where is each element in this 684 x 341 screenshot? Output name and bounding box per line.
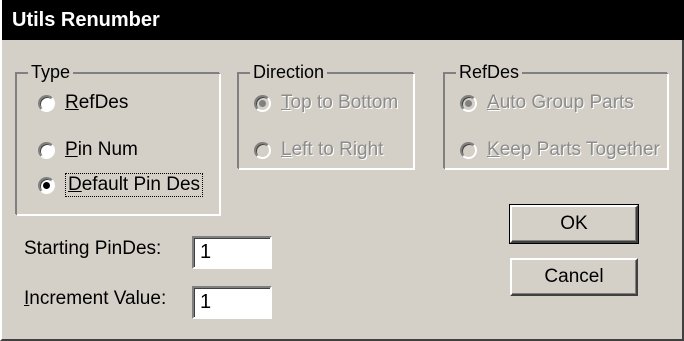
radio-keep-parts-together[interactable]: Keep Parts Together [460, 137, 660, 163]
starting-pindes-label: Starting PinDes: [24, 238, 162, 259]
radio-button[interactable] [460, 94, 477, 112]
increment-value-label: Increment Value: [24, 288, 167, 309]
radio-left-to-right[interactable]: Left to Right [254, 137, 383, 163]
radio-refdes[interactable]: RefDes [38, 90, 128, 116]
radio-button[interactable] [460, 141, 477, 159]
radio-button[interactable] [254, 94, 271, 112]
utils-renumber-dialog: Utils Renumber Type RefDes Pin Num Defau… [0, 0, 684, 341]
radio-default-pin-des-label: Default Pin Des [65, 173, 204, 197]
ok-button[interactable]: OK [509, 204, 639, 244]
radio-button[interactable] [38, 141, 55, 159]
direction-group-legend: Direction [250, 61, 328, 83]
radio-pin-num[interactable]: Pin Num [38, 137, 138, 163]
radio-default-pin-des[interactable]: Default Pin Des [38, 172, 204, 198]
cancel-button[interactable]: Cancel [510, 258, 638, 296]
window-title: Utils Renumber [2, 0, 684, 40]
radio-pin-num-label: Pin Num [65, 139, 138, 160]
starting-pindes-input[interactable]: 1 [192, 236, 272, 269]
radio-top-to-bottom-label: Top to Bottom [281, 92, 399, 113]
increment-value-input[interactable]: 1 [192, 286, 272, 319]
radio-button[interactable] [254, 141, 271, 159]
type-group-legend: Type [28, 61, 74, 83]
radio-auto-group-parts-label: Auto Group Parts [487, 92, 634, 113]
radio-auto-group-parts[interactable]: Auto Group Parts [460, 90, 634, 116]
radio-button[interactable] [38, 176, 55, 194]
radio-top-to-bottom[interactable]: Top to Bottom [254, 90, 398, 116]
radio-keep-parts-together-label: Keep Parts Together [487, 139, 660, 160]
radio-left-to-right-label: Left to Right [281, 139, 384, 160]
radio-refdes-label: RefDes [65, 92, 129, 113]
radio-button[interactable] [38, 94, 55, 112]
refdes-group-legend: RefDes [456, 61, 523, 83]
